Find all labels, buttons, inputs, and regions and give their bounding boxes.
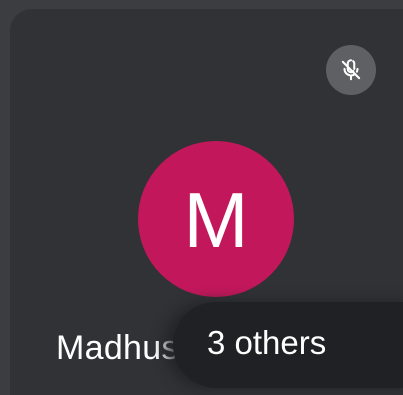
others-button[interactable]: 3 others [173, 302, 403, 388]
avatar-initial: M [183, 176, 249, 264]
mic-off-icon [341, 59, 361, 81]
others-label: 3 others [207, 324, 327, 361]
mic-off-badge [326, 45, 376, 95]
meeting-grid: M Madhusmita 3 others [0, 0, 403, 395]
avatar: M [138, 141, 294, 297]
